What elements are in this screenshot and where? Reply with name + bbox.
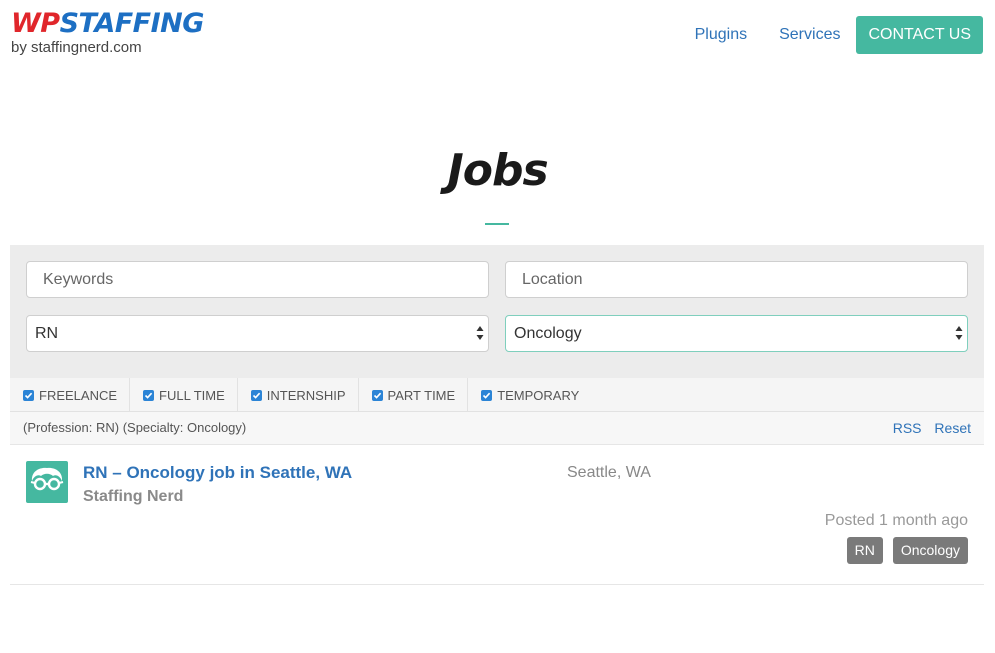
checkbox-checked-icon[interactable] (23, 389, 34, 401)
job-type-label: FULL TIME (159, 387, 225, 403)
rss-link[interactable]: RSS (893, 420, 922, 436)
job-tag: RN (846, 537, 883, 564)
job-type-label: FREELANCE (39, 387, 118, 403)
logo-staffing-text: STAFFING (59, 8, 205, 39)
job-posted-date: Posted 1 month ago (824, 512, 968, 529)
job-type-freelance[interactable]: FREELANCE (10, 378, 131, 412)
nav-plugins-link[interactable]: Plugins (695, 26, 747, 44)
checkbox-checked-icon[interactable] (250, 389, 262, 401)
nav-services-link[interactable]: Services (779, 26, 840, 44)
job-search-form: Keywords Location RN Oncology (10, 245, 984, 378)
contact-us-button[interactable]: CONTACT US (856, 16, 983, 54)
job-tag: Oncology (892, 537, 968, 564)
main-nav: Plugins Services CONTACT US (695, 16, 983, 54)
job-tags: RN Oncology (837, 537, 968, 564)
keywords-input[interactable]: Keywords (26, 261, 489, 298)
checkbox-checked-icon[interactable] (481, 389, 493, 401)
checkbox-checked-icon[interactable] (143, 389, 155, 401)
page-title: Jobs (447, 145, 548, 196)
profession-select[interactable]: RN (26, 315, 489, 352)
active-filters-bar: (Profession: RN) (Specialty: Oncology) R… (10, 412, 984, 445)
job-type-filters: FREELANCE FULL TIME INTERNSHIP PART TIME… (10, 378, 984, 412)
nerd-glasses-icon (26, 461, 68, 503)
job-location: Seattle, WA (567, 464, 651, 481)
specialty-select-value: Oncology (514, 325, 582, 342)
logo-wordmark: WPSTAFFING (11, 8, 204, 40)
active-filters-text: (Profession: RN) (Specialty: Oncology) (23, 420, 247, 435)
checkbox-checked-icon[interactable] (371, 389, 383, 401)
job-type-internship[interactable]: INTERNSHIP (238, 378, 359, 412)
logo-subtitle: by staffingnerd.com (11, 39, 142, 56)
job-title-link[interactable]: RN – Oncology job in Seattle, WA (83, 463, 352, 483)
filter-actions: RSS Reset (884, 420, 971, 436)
logo-wp-text: WP (11, 8, 60, 39)
site-header: WPSTAFFING by staffingnerd.com Plugins S… (0, 0, 995, 80)
job-type-label: INTERNSHIP (266, 387, 346, 403)
site-logo[interactable]: WPSTAFFING by staffingnerd.com (11, 8, 204, 57)
title-divider (485, 223, 509, 225)
job-type-part-time[interactable]: PART TIME (359, 378, 469, 412)
job-type-label: PART TIME (387, 387, 456, 403)
job-company: Staffing Nerd (83, 488, 184, 505)
job-type-label: TEMPORARY (497, 387, 580, 403)
job-type-temporary[interactable]: TEMPORARY (468, 378, 591, 412)
location-input[interactable]: Location (505, 261, 968, 298)
select-arrows-icon (955, 326, 963, 340)
specialty-select[interactable]: Oncology (505, 315, 968, 352)
job-listing[interactable]: RN – Oncology job in Seattle, WA Staffin… (10, 445, 984, 585)
select-arrows-icon (476, 326, 484, 340)
job-type-full-time[interactable]: FULL TIME (130, 378, 238, 412)
profession-select-value: RN (35, 325, 59, 342)
reset-link[interactable]: Reset (934, 420, 971, 436)
